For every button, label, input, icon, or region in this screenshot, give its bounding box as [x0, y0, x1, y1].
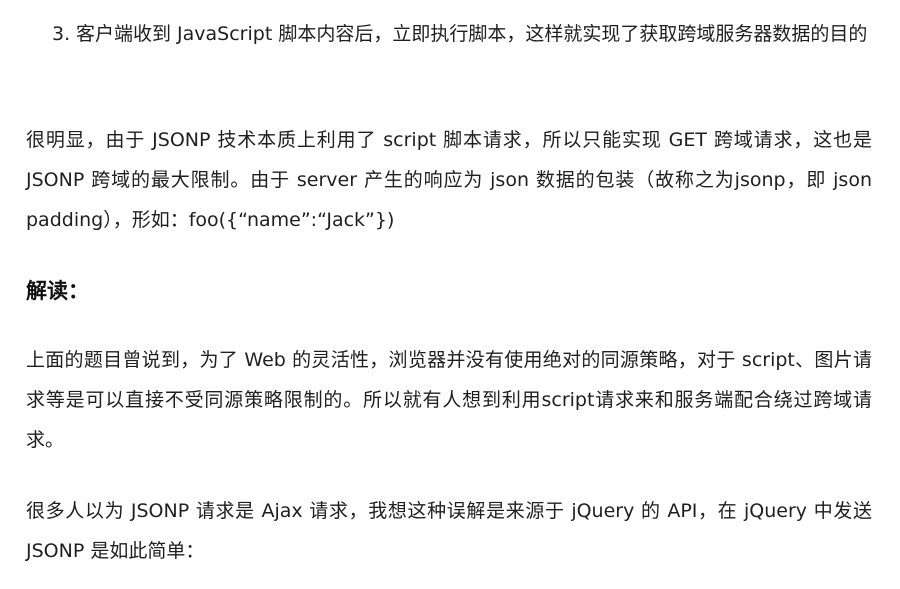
list-item-3: 3. 客户端收到 JavaScript 脚本内容后，立即执行脚本，这样就实现了获…: [52, 14, 872, 54]
paragraph-jsonp-limitation: 很明显，由于 JSONP 技术本质上利用了 script 脚本请求，所以只能实现…: [26, 129, 872, 231]
section-heading-interpretation: 解读：: [26, 278, 89, 303]
list-item-text: 客户端收到 JavaScript 脚本内容后，立即执行脚本，这样就实现了获取跨域…: [76, 23, 868, 45]
document-page: 3. 客户端收到 JavaScript 脚本内容后，立即执行脚本，这样就实现了获…: [0, 0, 900, 589]
paragraph-same-origin: 上面的题目曾说到，为了 Web 的灵活性，浏览器并没有使用绝对的同源策略，对于 …: [26, 349, 872, 451]
paragraph-jquery-jsonp: 很多人以为 JSONP 请求是 Ajax 请求，我想这种误解是来源于 jQuer…: [26, 500, 872, 562]
list-item-number: 3.: [52, 23, 71, 45]
